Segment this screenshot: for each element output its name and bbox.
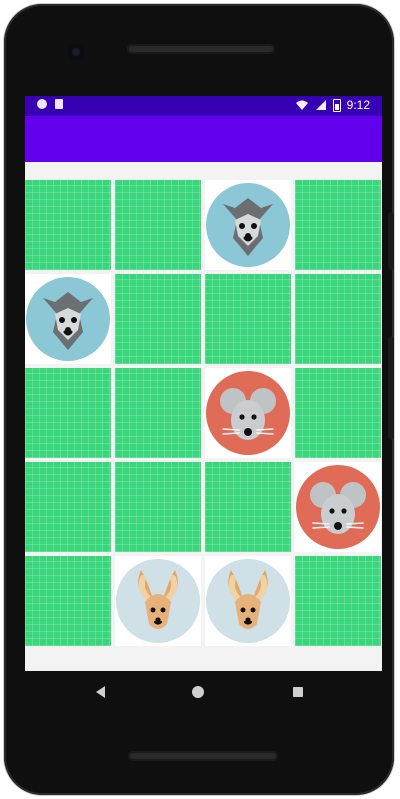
recents-icon[interactable] (293, 687, 303, 697)
phone-frame: 9:12 (4, 4, 394, 795)
app-bar (25, 116, 382, 162)
memory-tile[interactable] (115, 180, 201, 270)
memory-tile[interactable] (25, 274, 111, 364)
memory-tile[interactable] (115, 462, 201, 552)
memory-tile[interactable] (25, 180, 111, 270)
sim-card-icon (55, 99, 63, 109)
memory-tile[interactable] (295, 462, 381, 552)
memory-tile[interactable] (295, 180, 381, 270)
power-button (388, 336, 394, 440)
battery-icon (332, 98, 341, 112)
notification-dot-icon (37, 99, 47, 109)
device-screen: 9:12 (25, 96, 382, 671)
front-camera (68, 44, 84, 60)
back-icon[interactable] (96, 686, 105, 698)
memory-tile[interactable] (205, 462, 291, 552)
memory-tile[interactable] (25, 462, 111, 552)
memory-tile[interactable] (115, 556, 201, 646)
memory-grid (25, 180, 382, 650)
mouse-icon (296, 465, 380, 549)
earpiece-speaker (127, 44, 275, 54)
memory-tile[interactable] (295, 556, 381, 646)
memory-tile[interactable] (205, 274, 291, 364)
memory-tile[interactable] (205, 556, 291, 646)
memory-tile[interactable] (295, 274, 381, 364)
memory-tile[interactable] (205, 180, 291, 270)
status-left (37, 99, 63, 109)
home-icon[interactable] (192, 686, 204, 698)
mouse-icon (206, 371, 290, 455)
status-time: 9:12 (346, 98, 370, 112)
kangaroo-icon (116, 559, 200, 643)
wolf-icon (26, 277, 110, 361)
cell-signal-icon (315, 100, 326, 110)
memory-tile[interactable] (295, 368, 381, 458)
bottom-speaker (128, 751, 278, 761)
memory-tile[interactable] (205, 368, 291, 458)
status-bar: 9:12 (25, 96, 382, 116)
memory-tile[interactable] (25, 556, 111, 646)
volume-button (388, 212, 394, 270)
memory-tile[interactable] (115, 368, 201, 458)
kangaroo-icon (206, 559, 290, 643)
navigation-bar (4, 672, 394, 712)
memory-tile[interactable] (115, 274, 201, 364)
wolf-icon (206, 183, 290, 267)
wifi-icon (295, 100, 308, 110)
memory-tile[interactable] (25, 368, 111, 458)
status-right: 9:12 (295, 98, 370, 112)
